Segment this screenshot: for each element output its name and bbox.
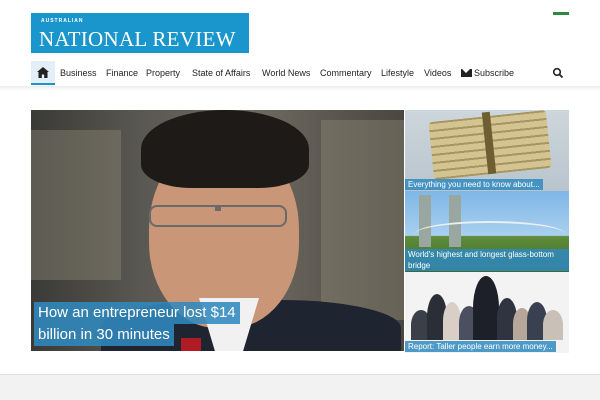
hero-photo-glasses bbox=[149, 205, 287, 227]
hero-photo-tie bbox=[181, 338, 201, 351]
nav-item-business[interactable]: Business bbox=[60, 61, 97, 85]
nav-item-state-of-affairs[interactable]: State of Affairs bbox=[192, 61, 250, 85]
subscribe-link[interactable]: Subscribe bbox=[461, 61, 514, 85]
nav-item-commentary[interactable]: Commentary bbox=[320, 61, 372, 85]
featured-headline-line1[interactable]: How an entrepreneur lost $14 bbox=[34, 302, 240, 324]
home-icon bbox=[37, 66, 49, 78]
nav-home-button[interactable] bbox=[31, 61, 55, 85]
hero-photo-hair bbox=[141, 110, 309, 188]
nav-item-property[interactable]: Property bbox=[146, 61, 180, 85]
group-photo-person bbox=[543, 310, 563, 340]
bridge-cable bbox=[415, 221, 565, 247]
featured-story[interactable]: How an entrepreneur lost $14 billion in … bbox=[31, 110, 404, 351]
group-photo-person bbox=[473, 276, 499, 340]
page: AUSTRALIAN NATIONAL REVIEW Business Fina… bbox=[0, 0, 600, 400]
side-story-3-caption[interactable]: Report: Taller people earn more money... bbox=[405, 341, 556, 352]
side-story-1[interactable]: Everything you need to know about... bbox=[405, 110, 569, 191]
main-nav: Business Finance Property State of Affai… bbox=[31, 61, 571, 85]
side-story-1-caption[interactable]: Everything you need to know about... bbox=[405, 179, 543, 190]
flag-icon bbox=[553, 12, 569, 15]
side-story-2-caption[interactable]: World's highest and longest glass-bottom… bbox=[405, 249, 569, 271]
logo-tagline: AUSTRALIAN bbox=[41, 18, 84, 24]
nav-item-videos[interactable]: Videos bbox=[424, 61, 451, 85]
envelope-icon bbox=[461, 69, 472, 77]
nav-item-world-news[interactable]: World News bbox=[262, 61, 310, 85]
side-story-2[interactable]: World's highest and longest glass-bottom… bbox=[405, 191, 569, 272]
bookshelf-left bbox=[31, 130, 121, 280]
nav-item-lifestyle[interactable]: Lifestyle bbox=[381, 61, 414, 85]
logo-title: NATIONAL REVIEW bbox=[39, 27, 236, 51]
bookshelf-right bbox=[321, 120, 404, 320]
featured-headline-line2[interactable]: billion in 30 minutes bbox=[34, 324, 174, 346]
nav-divider bbox=[0, 86, 600, 91]
site-logo[interactable]: AUSTRALIAN NATIONAL REVIEW bbox=[31, 13, 249, 53]
subscribe-label: Subscribe bbox=[474, 68, 515, 78]
search-icon[interactable] bbox=[552, 67, 564, 79]
nav-item-finance[interactable]: Finance bbox=[106, 61, 138, 85]
side-story-3[interactable]: Report: Taller people earn more money... bbox=[405, 272, 569, 353]
lower-section-bar bbox=[0, 374, 600, 400]
